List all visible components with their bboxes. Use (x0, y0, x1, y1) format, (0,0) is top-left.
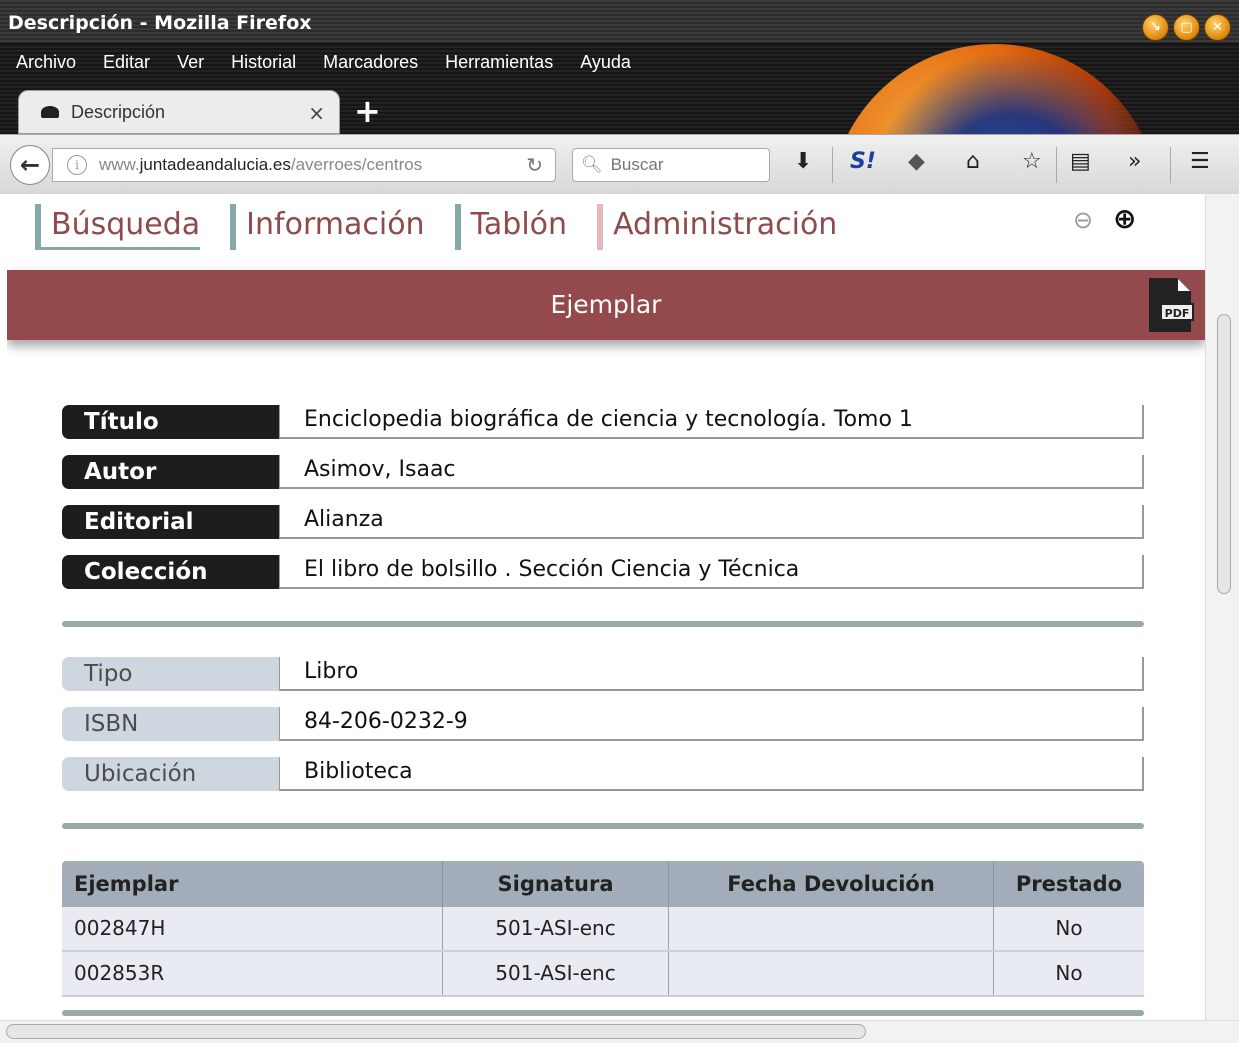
field-titulo: Título Enciclopedia biográfica de cienci… (62, 405, 1144, 439)
search-icon: 🔍︎ (581, 155, 603, 175)
horizontal-scrollbar[interactable] (0, 1020, 1239, 1043)
url-domain: juntadeandalucia.es (139, 155, 291, 174)
nav-informacion[interactable]: Información (230, 204, 425, 250)
field-ubicacion: Ubicación Biblioteca (62, 757, 1144, 791)
field-isbn: ISBN 84-206-0232-9 (62, 707, 1144, 741)
nav-administracion[interactable]: Administración (597, 204, 837, 250)
toolbar-separator (1056, 147, 1057, 183)
field-value: El libro de bolsillo . Sección Ciencia y… (279, 555, 1144, 589)
field-value: Enciclopedia biográfica de ciencia y tec… (279, 405, 1144, 439)
menu-editar[interactable]: Editar (103, 52, 150, 73)
field-value: 84-206-0232-9 (279, 707, 1144, 741)
column-header-signatura: Signatura (443, 861, 669, 907)
site-navigation: Búsqueda Información Tablón Administraci… (35, 204, 837, 250)
url-path: /averroes/centros (290, 155, 423, 174)
section-divider (62, 621, 1144, 627)
graduation-cap-icon (41, 106, 59, 118)
field-label: ISBN (62, 707, 280, 741)
window-titlebar: Descripción - Mozilla Firefox ↘ ▢ ✕ (0, 0, 1239, 44)
field-value: Biblioteca (279, 757, 1144, 791)
addon-s-icon[interactable]: S! (850, 149, 876, 174)
field-value: Libro (279, 657, 1144, 691)
banner-title: Ejemplar (550, 290, 662, 319)
cell-ejemplar: 002847H (62, 907, 443, 950)
back-button[interactable]: ← (10, 145, 50, 185)
close-window-button[interactable]: ✕ (1204, 14, 1231, 41)
site-info-icon[interactable]: i (67, 155, 87, 175)
horizontal-scroll-thumb[interactable] (6, 1024, 866, 1039)
minimize-button[interactable]: ↘ (1142, 14, 1169, 41)
zoom-out-icon[interactable]: ⊖ (1073, 206, 1093, 234)
menu-marcadores[interactable]: Marcadores (323, 52, 418, 73)
copies-table: Ejemplar Signatura Fecha Devolución Pres… (62, 861, 1144, 997)
table-header: Ejemplar Signatura Fecha Devolución Pres… (62, 861, 1144, 907)
field-label: Editorial (62, 505, 280, 539)
bookmark-star-icon[interactable]: ☆ (1022, 149, 1042, 174)
url-bar[interactable]: i www.juntadeandalucia.es/averroes/centr… (52, 148, 556, 182)
search-bar[interactable]: 🔍︎ (572, 148, 770, 182)
section-divider (62, 823, 1144, 829)
url-prefix: www. (99, 155, 140, 174)
window-controls: ↘ ▢ ✕ (1142, 14, 1231, 41)
table-row: 002853R 501-ASI-enc No (62, 952, 1144, 997)
menubar: Archivo Editar Ver Historial Marcadores … (0, 52, 631, 73)
nav-busqueda[interactable]: Búsqueda (35, 204, 201, 250)
vertical-scrollbar[interactable] (1205, 194, 1239, 1020)
tab-label: Descripción (71, 101, 166, 122)
maximize-button[interactable]: ▢ (1173, 14, 1200, 41)
vertical-scroll-thumb[interactable] (1217, 314, 1231, 594)
tab-descripcion[interactable]: Descripción × (18, 90, 340, 134)
overflow-chevron-icon[interactable]: » (1128, 149, 1141, 174)
cell-fecha-devolucion (669, 952, 994, 995)
field-value: Alianza (279, 505, 1144, 539)
zoom-in-icon[interactable]: ⊕ (1113, 202, 1136, 235)
menu-historial[interactable]: Historial (231, 52, 296, 73)
tab-close-icon[interactable]: × (308, 101, 325, 125)
field-autor: Autor Asimov, Isaac (62, 455, 1144, 489)
cell-ejemplar: 002853R (62, 952, 443, 995)
toolbar-separator (832, 147, 833, 183)
reload-icon[interactable]: ↻ (526, 153, 543, 177)
cell-prestado: No (1055, 961, 1083, 985)
field-label: Ubicación (62, 757, 280, 791)
addon-diamond-icon[interactable]: ◆ (908, 149, 925, 174)
hamburger-menu-icon[interactable]: ☰ (1190, 149, 1210, 174)
pdf-icon[interactable]: PDF (1145, 276, 1195, 334)
field-tipo: Tipo Libro (62, 657, 1144, 691)
menu-ayuda[interactable]: Ayuda (580, 52, 631, 73)
column-header-ejemplar: Ejemplar (62, 861, 443, 907)
bookmarks-list-icon[interactable]: ▤ (1070, 149, 1091, 174)
url-text[interactable]: www.juntadeandalucia.es/averroes/centros (99, 155, 499, 175)
field-label: Tipo (62, 657, 280, 691)
search-input[interactable] (610, 155, 761, 175)
field-label: Colección (62, 555, 280, 589)
section-banner: Ejemplar PDF (7, 270, 1205, 340)
cell-prestado: No (1055, 916, 1083, 940)
new-tab-button[interactable]: + (354, 92, 381, 130)
page-content: Búsqueda Información Tablón Administraci… (7, 194, 1205, 1020)
field-editorial: Editorial Alianza (62, 505, 1144, 539)
field-coleccion: Colección El libro de bolsillo . Sección… (62, 555, 1144, 589)
menu-archivo[interactable]: Archivo (16, 52, 76, 73)
window-title: Descripción - Mozilla Firefox (8, 12, 312, 34)
field-label: Título (62, 405, 280, 439)
cell-signatura: 501-ASI-enc (443, 952, 669, 995)
home-icon[interactable]: ⌂ (966, 149, 980, 174)
cell-fecha-devolucion (669, 907, 994, 950)
column-header-prestado: Prestado (1015, 872, 1123, 896)
column-header-fecha-devolucion: Fecha Devolución (669, 861, 994, 907)
pdf-label: PDF (1165, 307, 1190, 320)
cell-signatura: 501-ASI-enc (443, 907, 669, 950)
table-row: 002847H 501-ASI-enc No (62, 907, 1144, 952)
menu-herramientas[interactable]: Herramientas (445, 52, 553, 73)
menu-ver[interactable]: Ver (177, 52, 204, 73)
field-value: Asimov, Isaac (279, 455, 1144, 489)
toolbar-separator (1170, 147, 1171, 183)
field-label: Autor (62, 455, 280, 489)
browser-chrome: Archivo Editar Ver Historial Marcadores … (0, 44, 1239, 194)
nav-tablon[interactable]: Tablón (454, 204, 567, 250)
section-divider (62, 1010, 1144, 1016)
download-icon[interactable]: ⬇ (794, 149, 812, 174)
navigation-toolbar: ← i www.juntadeandalucia.es/averroes/cen… (0, 134, 1239, 194)
